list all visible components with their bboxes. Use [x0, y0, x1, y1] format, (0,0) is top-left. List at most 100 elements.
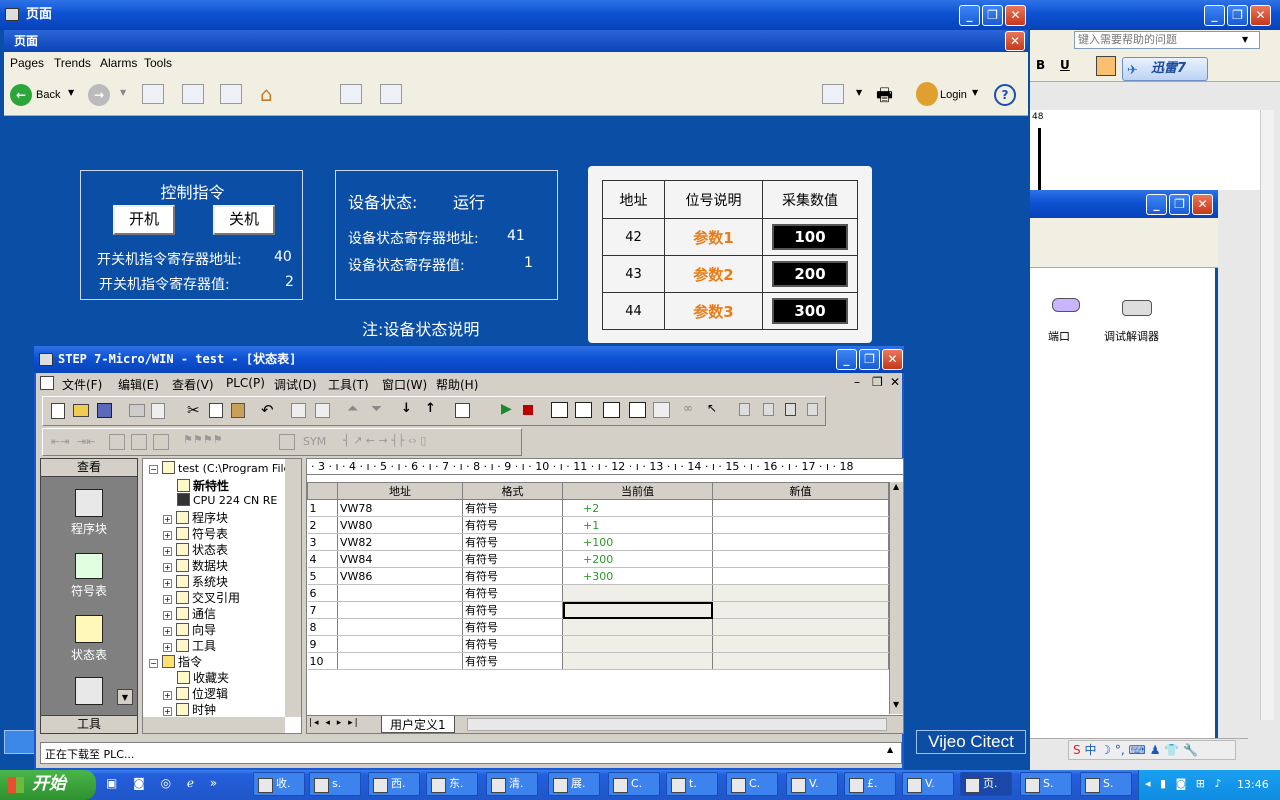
tray-icons[interactable]: ◂ ▮ ◙ ⊞ ♪ — [1145, 777, 1224, 790]
help-icon[interactable]: ? — [994, 84, 1016, 106]
help-dropdown-icon[interactable]: ▼ — [1242, 35, 1248, 44]
taskbar-item[interactable]: 东. — [426, 772, 478, 796]
taskbar-item[interactable]: S. — [1080, 772, 1132, 796]
symbol-table-icon[interactable] — [279, 434, 295, 450]
force-icon[interactable] — [785, 403, 796, 416]
device-minimize-button[interactable]: _ — [1146, 194, 1167, 215]
table-row[interactable]: 1 VW78 有符号 +2 — [307, 499, 889, 517]
tree-item[interactable]: + 数据块 — [163, 557, 228, 573]
cell-address[interactable] — [337, 584, 463, 602]
status-scroll-icon[interactable]: ▲ — [887, 745, 893, 754]
nav-footer[interactable]: 工具 — [41, 715, 137, 733]
menu-tools[interactable]: Tools — [144, 56, 172, 70]
table-row[interactable]: 8 有符号 — [307, 618, 889, 636]
cell-new[interactable] — [712, 635, 889, 653]
insert-network-icon[interactable]: ⇤⇥ — [51, 435, 69, 448]
cell-new[interactable] — [712, 533, 889, 551]
cell-new[interactable] — [712, 618, 889, 636]
tab-user-defined[interactable]: 用户定义1 — [381, 716, 455, 733]
cell-new[interactable] — [712, 550, 889, 568]
new-icon[interactable] — [51, 403, 65, 419]
tree-item[interactable]: + 位逻辑 — [163, 685, 228, 701]
port-icon[interactable] — [1052, 298, 1080, 312]
bookmark-icon[interactable]: ⚑⚑⚑⚑ — [183, 433, 222, 446]
cell-new[interactable] — [712, 601, 889, 619]
col-format[interactable]: 格式 — [462, 482, 563, 500]
cell-address[interactable] — [337, 618, 463, 636]
cell-format[interactable]: 有符号 — [462, 499, 563, 517]
tree-item[interactable]: + 符号表 — [163, 525, 228, 541]
table-row[interactable]: 6 有符号 — [307, 584, 889, 602]
step7-maximize-button[interactable]: ❐ — [859, 349, 880, 370]
cell-format[interactable]: 有符号 — [462, 601, 563, 619]
program-status-icon[interactable] — [551, 402, 568, 418]
cell-format[interactable]: 有符号 — [462, 584, 563, 602]
mdi-close-icon[interactable]: ✕ — [890, 375, 900, 389]
underline-button[interactable]: U — [1060, 58, 1070, 72]
step7-minimize-button[interactable]: _ — [836, 349, 857, 370]
cell-format[interactable]: 有符号 — [462, 618, 563, 636]
close-button[interactable]: ✕ — [1005, 5, 1026, 26]
view-header[interactable]: 查看 — [41, 459, 137, 477]
cell-format[interactable]: 有符号 — [462, 567, 563, 585]
tree-item[interactable]: + 系统块 — [163, 573, 228, 589]
toggle-symbol-icon[interactable] — [131, 434, 147, 450]
preview-icon[interactable] — [151, 403, 165, 419]
sort-asc-icon[interactable]: ↓ — [401, 401, 412, 416]
menu-window[interactable]: 窗口(W) — [382, 376, 427, 393]
cell-address[interactable]: VW80 — [337, 516, 463, 534]
cell-address[interactable]: VW86 — [337, 567, 463, 585]
table-row[interactable]: 9 有符号 — [307, 635, 889, 653]
table-row[interactable]: 3 VW82 有符号 +100 — [307, 533, 889, 551]
chart-vscroll[interactable]: ▲ ▼ — [889, 482, 903, 714]
mdi-restore-icon[interactable]: ❐ — [872, 375, 883, 389]
cell-format[interactable]: 有符号 — [462, 516, 563, 534]
glasses-icon[interactable]: ∞ — [683, 401, 693, 415]
menu-pages[interactable]: Pages — [10, 56, 44, 70]
nav-status-chart[interactable]: 状态表 — [41, 615, 137, 671]
cell-format[interactable]: 有符号 — [462, 652, 563, 670]
nav-scroll-down-icon[interactable]: ▼ — [117, 689, 133, 705]
scroll-up-icon[interactable]: ▲ — [893, 482, 899, 491]
table-row[interactable]: 5 VW86 有符号 +300 — [307, 567, 889, 585]
step7-close-button[interactable]: ✕ — [882, 349, 903, 370]
table-row[interactable]: 10 有符号 — [307, 652, 889, 670]
compile-icon[interactable] — [291, 403, 306, 418]
tree-item[interactable]: 收藏夹 — [177, 669, 229, 685]
xunlei-badge[interactable]: ✈ 迅雷7 — [1122, 57, 1208, 81]
tree-item[interactable]: + 工具 — [163, 637, 216, 653]
cell-address[interactable] — [337, 652, 463, 670]
taskbar-item[interactable]: S. — [1020, 772, 1072, 796]
taskbar-item[interactable]: V. — [902, 772, 954, 796]
right-maximize-button[interactable]: ❐ — [1227, 5, 1248, 26]
stop-icon[interactable] — [523, 405, 533, 415]
toggle-comment-icon[interactable] — [153, 434, 169, 450]
print-icon[interactable] — [129, 404, 145, 417]
scroll-down-icon[interactable]: ▼ — [893, 700, 899, 709]
start-button[interactable]: 开始 — [0, 770, 96, 800]
inner-close-button[interactable]: ✕ — [1005, 31, 1025, 51]
taskbar-item-active[interactable]: 页. — [960, 772, 1012, 796]
login-dropdown-icon[interactable]: ▼ — [972, 88, 978, 97]
taskbar-item[interactable]: 展. — [548, 772, 600, 796]
users-icon[interactable] — [916, 82, 938, 106]
cell-address[interactable]: VW78 — [337, 499, 463, 517]
cell-format[interactable]: 有符号 — [462, 533, 563, 551]
cell-format[interactable]: 有符号 — [462, 550, 563, 568]
right-scrollbar[interactable] — [1260, 110, 1274, 720]
toggle-pou-icon[interactable] — [109, 434, 125, 450]
unlock-icon[interactable] — [763, 403, 774, 416]
single-read-icon[interactable] — [629, 402, 646, 418]
run-icon[interactable]: ▶ — [501, 401, 512, 417]
delete-network-icon[interactable]: ⇥⇤ — [77, 435, 95, 448]
mdi-minimize-icon[interactable]: – — [854, 375, 860, 389]
menu-file[interactable]: 文件(F) — [62, 376, 102, 393]
home-icon[interactable]: ⌂ — [260, 82, 273, 106]
col-address[interactable]: 地址 — [337, 482, 463, 500]
back-icon[interactable]: ← — [10, 84, 32, 106]
sort-desc-icon[interactable]: ↑ — [425, 401, 436, 416]
col-new[interactable]: 新值 — [712, 482, 889, 500]
cell-address[interactable] — [337, 601, 463, 619]
page-icon[interactable] — [142, 84, 164, 104]
copy-icon[interactable] — [209, 403, 223, 418]
